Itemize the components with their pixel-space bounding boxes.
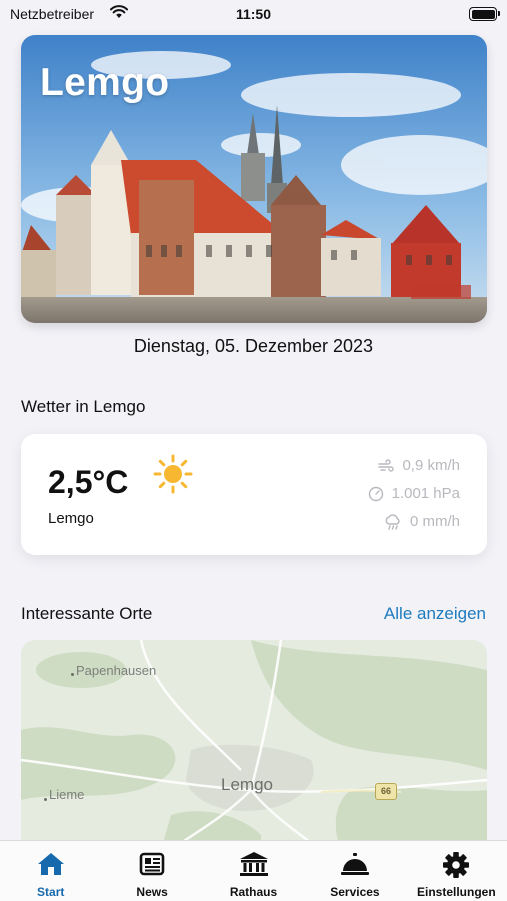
status-bar: Netzbetreiber 11:50	[0, 0, 507, 28]
wind-row: 0,9 km/h	[378, 457, 460, 474]
tab-label: Start	[37, 885, 65, 899]
pressure-row: 1.001 hPa	[368, 485, 460, 502]
city-title: Lemgo	[40, 61, 170, 104]
places-map[interactable]: Papenhausen Lemgo Lieme 66	[21, 640, 487, 850]
tab-rathaus[interactable]: Rathaus	[203, 841, 304, 901]
tab-bar: Start News Rathaus Services Einstellunge…	[0, 840, 507, 901]
tab-news[interactable]: News	[101, 841, 202, 901]
tab-label: Einstellungen	[416, 885, 496, 899]
place-dot	[44, 798, 47, 801]
wind-icon	[378, 458, 395, 473]
rain-cloud-icon	[384, 513, 402, 530]
town-hall-icon	[239, 851, 269, 882]
tab-services[interactable]: Services	[304, 841, 405, 901]
weather-city: Lemgo	[48, 510, 94, 527]
tab-start[interactable]: Start	[0, 841, 101, 901]
place-dot	[71, 673, 74, 676]
weather-section-title: Wetter in Lemgo	[21, 397, 146, 416]
map-label-lemgo: Lemgo	[221, 775, 273, 794]
status-time: 11:50	[235, 6, 272, 22]
current-date: Dienstag, 05. Dezember 2023	[133, 336, 374, 356]
newspaper-icon	[137, 851, 167, 882]
precipitation-row: 0 mm/h	[384, 513, 460, 530]
battery-icon	[469, 7, 500, 21]
tab-einstellungen[interactable]: Einstellungen	[406, 841, 507, 901]
places-section-title: Interessante Orte	[21, 604, 153, 623]
temperature-value: 2,5°C	[48, 464, 129, 500]
tab-label: Services	[330, 885, 380, 899]
precipitation-value: 0 mm/h	[409, 513, 460, 530]
home-icon	[36, 851, 66, 882]
tab-label: News	[136, 885, 168, 899]
gauge-icon	[368, 486, 384, 502]
city-hero-card[interactable]: Lemgo	[21, 35, 487, 323]
show-all-link[interactable]: Alle anzeigen	[384, 604, 486, 624]
sun-icon	[152, 453, 194, 500]
tab-label: Rathaus	[229, 885, 278, 899]
weather-card[interactable]: 2,5°C Lemgo 0,9 km/h 1.001 hPa 0 mm/h	[21, 434, 487, 555]
map-label-papenhausen: Papenhausen	[76, 663, 157, 678]
map-label-lieme: Lieme	[49, 787, 85, 802]
wind-value: 0,9 km/h	[402, 457, 460, 474]
gear-icon	[441, 851, 471, 884]
road-number-badge: 66	[375, 783, 397, 800]
service-bell-icon	[340, 851, 370, 882]
pressure-value: 1.001 hPa	[391, 485, 460, 502]
